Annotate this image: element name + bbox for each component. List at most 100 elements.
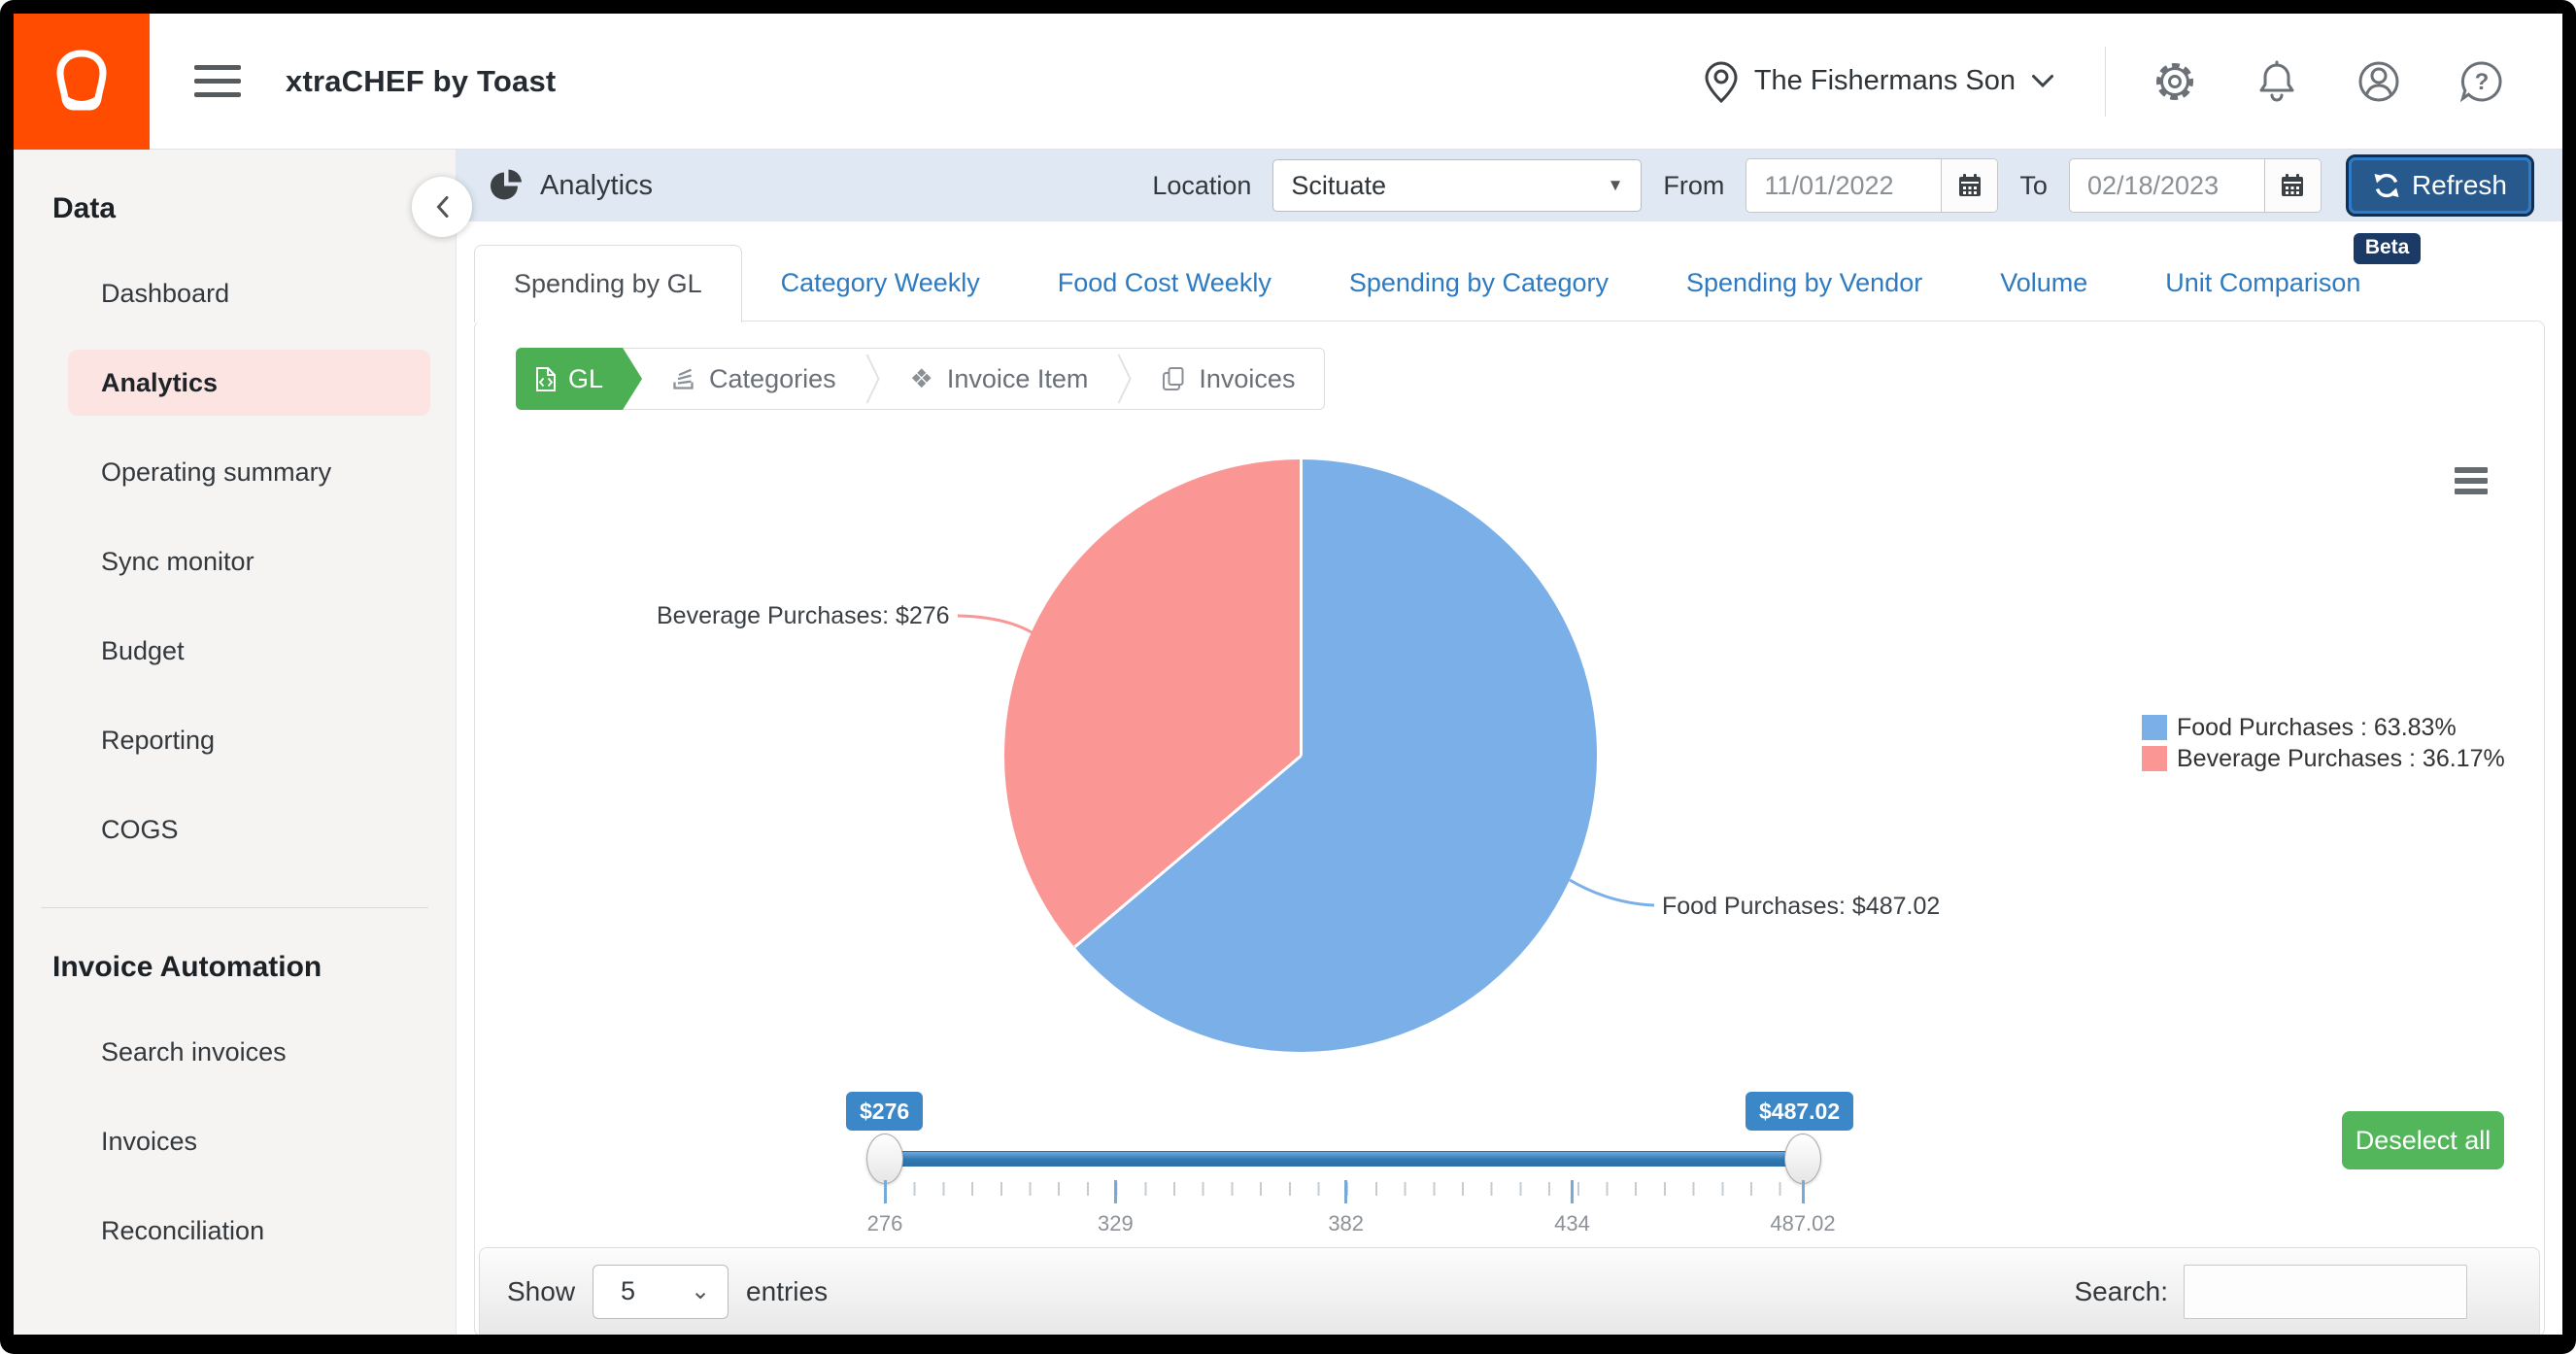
toast-logo[interactable] <box>14 14 150 150</box>
slider-handle-min[interactable] <box>866 1134 903 1184</box>
sidebar-item-reporting[interactable]: Reporting <box>14 695 456 785</box>
slider-max-tooltip: $487.02 <box>1746 1092 1853 1131</box>
location-label: Location <box>1152 171 1251 201</box>
tab-category-weekly[interactable]: Category Weekly <box>742 245 1019 321</box>
breadcrumb-chip-categories[interactable]: Categories <box>642 364 865 394</box>
deselect-all-button[interactable]: Deselect all <box>2342 1111 2504 1169</box>
sidebar-item-budget[interactable]: Budget <box>14 606 456 695</box>
help-icon[interactable]: ? <box>2459 59 2504 104</box>
chevron-left-icon <box>435 195 450 219</box>
tab-label: Volume <box>2000 268 2087 298</box>
menu-hamburger-icon[interactable] <box>194 65 241 97</box>
tab-label: Unit Comparison <box>2165 268 2360 298</box>
refresh-button[interactable]: Refresh <box>2349 157 2531 214</box>
sidebar-nav: DataDashboardAnalyticsOperating summaryS… <box>14 192 456 1275</box>
gear-icon[interactable] <box>2152 59 2197 104</box>
sidebar-item-dashboard[interactable]: Dashboard <box>14 249 456 338</box>
legend-label: Beverage Purchases : 36.17% <box>2177 745 2505 773</box>
page-size-value: 5 <box>621 1276 635 1306</box>
slider-handle-max[interactable] <box>1784 1134 1821 1184</box>
tab-unit-comparison[interactable]: Unit ComparisonBeta <box>2126 245 2399 321</box>
breadcrumb-chip-gl[interactable]: GL <box>516 348 623 410</box>
drilldown-breadcrumb: GL Categories ❖Invoice Item Invoices <box>516 348 1325 410</box>
slider-track[interactable] <box>885 1151 1803 1167</box>
tab-volume[interactable]: Volume <box>1961 245 2126 321</box>
search-label: Search: <box>2075 1276 2169 1307</box>
legend-item-food-purchases[interactable]: Food Purchases : 63.83% <box>2142 713 2505 742</box>
pie-slice-border <box>1073 755 1302 948</box>
slider-major-tick <box>1571 1180 1574 1203</box>
breadcrumb-chip-invoice-item[interactable]: ❖Invoice Item <box>881 364 1118 394</box>
report-panel: GL Categories ❖Invoice Item Invoices Bevera… <box>474 321 2545 1335</box>
search-input[interactable] <box>2184 1265 2467 1319</box>
table-controls-strip: Show 5 ⌄ entries Search: <box>479 1247 2540 1335</box>
location-select[interactable]: Scituate ▼ <box>1272 159 1642 212</box>
app-title: xtraCHEF by Toast <box>286 64 556 99</box>
sidebar-item-cogs[interactable]: COGS <box>14 785 456 874</box>
sidebar-collapse-button[interactable] <box>412 177 472 237</box>
tab-spending-by-category[interactable]: Spending by Category <box>1310 245 1647 321</box>
sidebar-item-operating-summary[interactable]: Operating summary <box>14 427 456 517</box>
tab-spending-by-vendor[interactable]: Spending by Vendor <box>1647 245 1961 321</box>
to-date-input[interactable]: 02/18/2023 <box>2070 159 2264 212</box>
sidebar-item-invoices[interactable]: Invoices <box>14 1097 456 1186</box>
from-calendar-button[interactable] <box>1941 159 1997 212</box>
pie-slice-border <box>1300 459 1303 756</box>
to-calendar-button[interactable] <box>2264 159 2321 212</box>
tab-label: Category Weekly <box>781 268 980 298</box>
analytics-header-bar: Analytics Location Scituate ▼ From 11/01… <box>457 150 2562 221</box>
location-switcher[interactable]: The Fishermans Son <box>1704 60 2054 103</box>
user-icon[interactable] <box>2356 59 2401 104</box>
slider-tick-label: 434 <box>1554 1211 1590 1236</box>
svg-text:?: ? <box>2475 69 2490 95</box>
slider-tick-label: 487.02 <box>1770 1211 1835 1236</box>
page-size-select[interactable]: 5 ⌄ <box>593 1265 729 1319</box>
chip-separator-icon <box>1117 349 1133 409</box>
main-content: Analytics Location Scituate ▼ From 11/01… <box>457 150 2562 1335</box>
sidebar-item-analytics[interactable]: Analytics <box>68 350 430 416</box>
slider-major-tick <box>884 1180 887 1203</box>
tab-label: Spending by GL <box>514 269 702 299</box>
pie-chart[interactable] <box>1004 459 1597 1052</box>
entries-label: entries <box>746 1276 828 1307</box>
chip-label: Invoices <box>1199 364 1295 394</box>
file-code-icon <box>535 366 557 392</box>
tab-food-cost-weekly[interactable]: Food Cost Weekly <box>1019 245 1310 321</box>
page-title: Analytics <box>540 170 653 202</box>
tab-label: Spending by Vendor <box>1686 268 1922 298</box>
chart-context-menu-icon[interactable] <box>2455 467 2488 494</box>
from-date-input[interactable]: 11/01/2022 <box>1746 159 1941 212</box>
pie-label-food: Food Purchases: $487.02 <box>1662 893 1940 921</box>
show-label: Show <box>507 1276 575 1307</box>
sidebar-divider <box>41 907 428 908</box>
pie-label-beverage: Beverage Purchases: $276 <box>657 602 948 630</box>
filter-controls: Location Scituate ▼ From 11/01/2022 To <box>1152 157 2531 214</box>
chip-label: Invoice Item <box>947 364 1089 394</box>
tab-spending-by-gl[interactable]: Spending by GL <box>474 245 742 322</box>
bell-icon[interactable] <box>2255 58 2298 104</box>
sidebar: DataDashboardAnalyticsOperating summaryS… <box>14 150 457 1335</box>
breadcrumb-chip-invoices[interactable]: Invoices <box>1133 364 1324 394</box>
sidebar-item-sync-monitor[interactable]: Sync monitor <box>14 517 456 606</box>
chip-separator-icon <box>865 349 881 409</box>
slider-major-tick <box>1114 1180 1117 1203</box>
topbar-divider <box>2105 47 2106 117</box>
topbar-icons: ? <box>2152 58 2504 104</box>
sidebar-item-search-invoices[interactable]: Search invoices <box>14 1007 456 1097</box>
legend-item-beverage-purchases[interactable]: Beverage Purchases : 36.17% <box>2142 744 2505 773</box>
toast-bread-icon <box>35 35 128 128</box>
top-navbar: xtraCHEF by Toast The Fishermans Son <box>14 14 2562 150</box>
slider-tick-label: 382 <box>1328 1211 1364 1236</box>
location-select-value: Scituate <box>1291 171 1386 201</box>
refresh-icon <box>2373 172 2400 199</box>
app-window: xtraCHEF by Toast The Fishermans Son <box>14 14 2562 1335</box>
legend-label: Food Purchases : 63.83% <box>2177 714 2457 742</box>
chip-label: Categories <box>709 364 836 394</box>
tab-label: Spending by Category <box>1349 268 1609 298</box>
sidebar-item-reconciliation[interactable]: Reconciliation <box>14 1186 456 1275</box>
calendar-icon <box>2280 173 2305 198</box>
sidebar-section-heading: Data <box>52 192 456 225</box>
report-tabs: Spending by GL Category Weekly Food Cost W… <box>457 245 2562 321</box>
copy-icon <box>1162 366 1185 392</box>
legend-swatch <box>2142 715 2167 740</box>
